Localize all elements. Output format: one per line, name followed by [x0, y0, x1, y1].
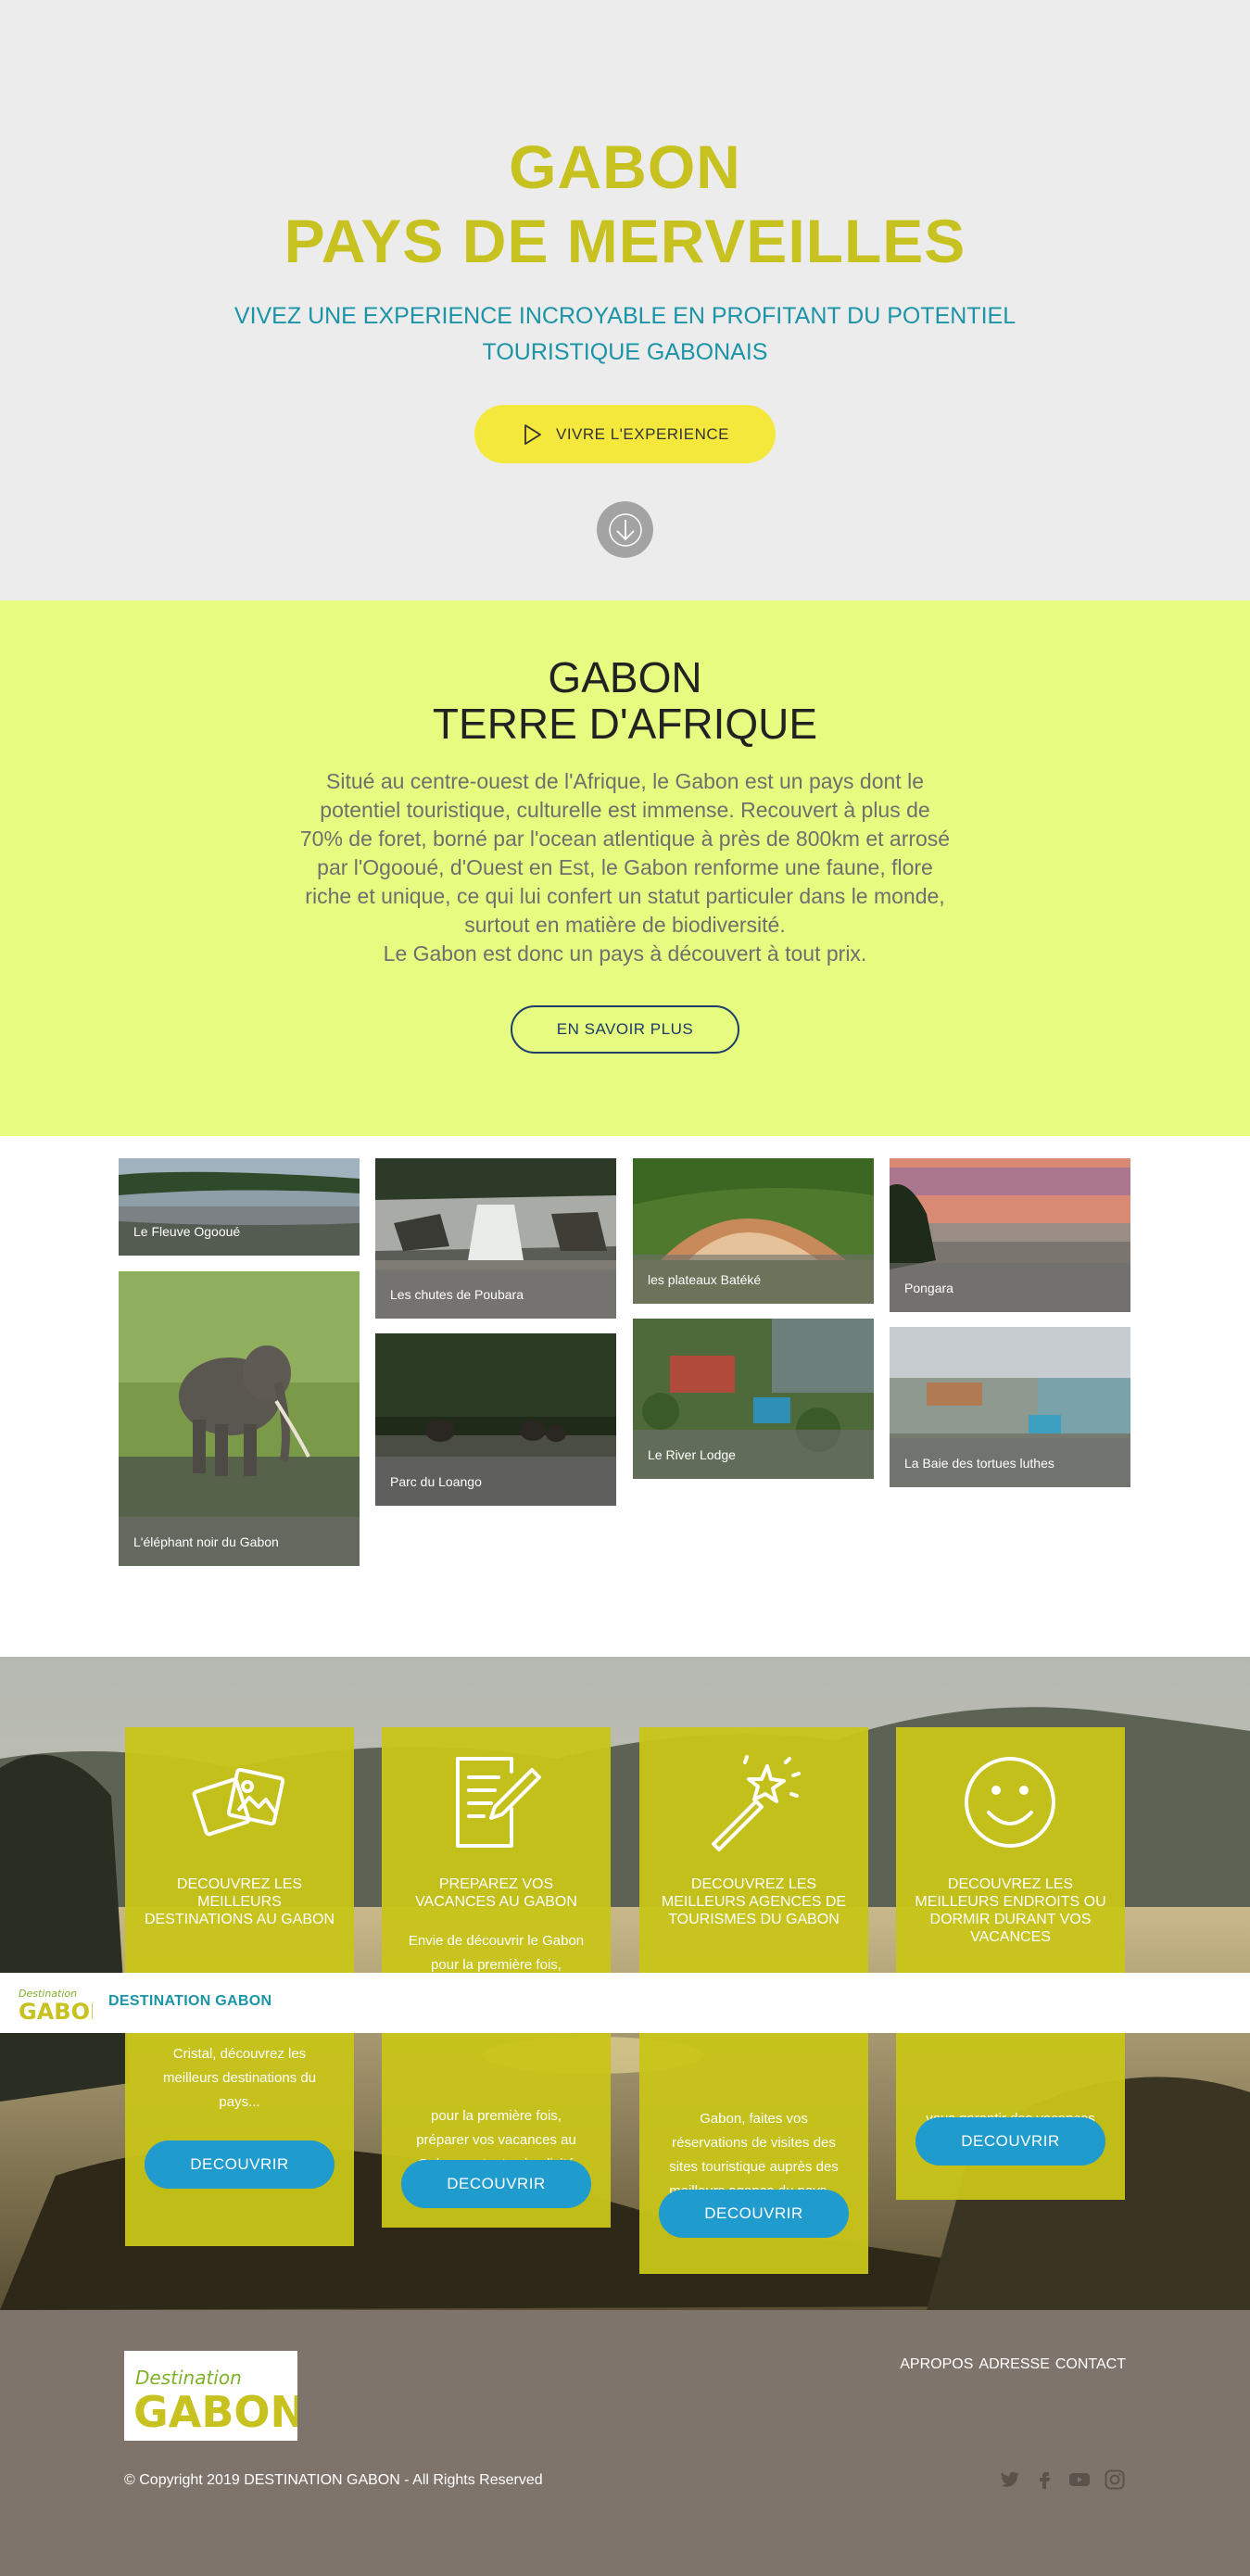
footer-link-adresse[interactable]: ADRESSE [979, 2356, 1049, 2373]
logo-big-word: GABON [133, 2387, 297, 2437]
destination-gabon-logo: Destination GABON [133, 2367, 306, 2437]
hero-subtitle-line1: VIVEZ UNE EXPERIENCE INCROYABLE EN PROFI… [234, 303, 1016, 329]
gallery-tile-elephant[interactable]: L'éléphant noir du Gabon [119, 1271, 360, 1566]
play-icon [524, 423, 541, 445]
gallery-caption: les plateaux Batéké [633, 1255, 874, 1304]
smiley-icon [965, 1757, 1055, 1848]
footer-link-apropos[interactable]: APROPOS [900, 2356, 973, 2373]
social-links [998, 2469, 1126, 2491]
logo-small-word: Destination [135, 2367, 242, 2389]
about-section: GABON TERRE D'AFRIQUE Situé au centre-ou… [0, 600, 1250, 1136]
sticky-header-bar: Destination GABON DESTINATION GABON [0, 1973, 1250, 2033]
hero-title-line2: PAYS DE MERVEILLES [284, 207, 966, 275]
service-card-text: Cristal, découvrez les meilleurs destina… [162, 2046, 317, 2110]
gallery-caption: Pongara [890, 1263, 1130, 1312]
twitter-icon[interactable] [998, 2469, 1020, 2491]
logo-big-word: GABON [19, 1999, 93, 2023]
service-card-title: DECOUVREZ LES MEILLEURS AGENCES DE TOURI… [661, 1876, 847, 1927]
vivre-experience-button[interactable]: VIVRE L'EXPERIENCE [474, 405, 776, 463]
service-card-title: DECOUVREZ LES MEILLEURS DESTINATIONS AU … [144, 1876, 335, 1927]
gallery-caption: Le Fleuve Ogooué [119, 1206, 360, 1256]
decouvrir-agences-button[interactable]: DECOUVRIR [659, 2190, 849, 2238]
about-title-line2: TERRE D'AFRIQUE [432, 700, 818, 748]
gallery-tile-fleuve-ogooue[interactable]: Le Fleuve Ogooué [119, 1158, 360, 1256]
gallery-tile-parc-loango[interactable]: Parc du Loango [375, 1333, 616, 1506]
gallery-tile-river-lodge[interactable]: Le River Lodge [633, 1319, 874, 1479]
service-card-text-top: Envie de découvrir le Gabon pour la prem… [408, 1933, 585, 1973]
gallery-caption: L'éléphant noir du Gabon [119, 1517, 360, 1566]
service-card-title: DECOUVREZ LES MEILLEURS ENDROITS OU DORM… [915, 1876, 1106, 1945]
arrow-down-icon [608, 512, 642, 547]
service-card-hebergement: DECOUVREZ LES MEILLEURS ENDROITS OU DORM… [896, 1727, 1125, 2200]
brand-name[interactable]: DESTINATION GABON [108, 1993, 271, 2010]
about-paragraph-main: Situé au centre-ouest de l'Afrique, le G… [299, 769, 951, 937]
footer-nav: APROPOS ADRESSE CONTACT [900, 2356, 1126, 2373]
en-savoir-plus-button[interactable]: EN SAVOIR PLUS [511, 1005, 739, 1054]
copyright-text: © Copyright 2019 DESTINATION GABON - All… [124, 2472, 543, 2488]
about-title-line1: GABON [548, 653, 702, 701]
facebook-icon[interactable] [1033, 2469, 1055, 2491]
footer: Destination GABON APROPOS ADRESSE CONTAC… [0, 2310, 1250, 2576]
decouvrir-destinations-button[interactable]: DECOUVRIR [145, 2140, 335, 2189]
photos-icon [192, 1767, 285, 1837]
service-card-title: PREPAREZ VOS VACANCES AU GABON [415, 1876, 577, 1910]
gallery-tile-plateaux-bateke[interactable]: les plateaux Batéké [633, 1158, 874, 1304]
hero-title-line1: GABON [509, 133, 741, 201]
hero-section: GABON PAYS DE MERVEILLES VIVEZ UNE EXPER… [0, 0, 1250, 600]
hero-title: GABON PAYS DE MERVEILLES [0, 130, 1250, 278]
gallery-caption: Les chutes de Poubara [375, 1269, 616, 1319]
youtube-icon[interactable] [1068, 2469, 1091, 2491]
gallery-tile-pongara[interactable]: Pongara [890, 1158, 1130, 1312]
instagram-icon[interactable] [1104, 2469, 1126, 2491]
gallery-caption: Parc du Loango [375, 1457, 616, 1506]
about-paragraph-end: Le Gabon est donc un pays à découvert à … [383, 941, 867, 966]
scroll-down-button[interactable] [597, 501, 653, 558]
magic-wand-icon [712, 1755, 801, 1851]
gallery-caption: Le River Lodge [633, 1430, 874, 1479]
hero-subtitle: VIVEZ UNE EXPERIENCE INCROYABLE EN PROFI… [232, 298, 1018, 371]
footer-link-contact[interactable]: CONTACT [1055, 2356, 1126, 2373]
footer-logo[interactable]: Destination GABON [124, 2351, 306, 2441]
edit-document-icon [456, 1757, 541, 1848]
gallery-caption: La Baie des tortues luthes [890, 1438, 1130, 1487]
destination-gabon-logo-small[interactable]: Destination GABON [17, 1984, 93, 2023]
decouvrir-hebergement-button[interactable]: DECOUVRIR [915, 2117, 1105, 2166]
about-paragraph: Situé au centre-ouest de l'Afrique, le G… [297, 767, 953, 968]
gallery-tile-chutes-poubara[interactable]: Les chutes de Poubara [375, 1158, 616, 1319]
vivre-experience-label: VIVRE L'EXPERIENCE [555, 424, 730, 443]
decouvrir-vacances-button[interactable]: DECOUVRIR [401, 2160, 591, 2208]
about-title: GABON TERRE D'AFRIQUE [0, 654, 1250, 747]
hero-subtitle-line2: TOURISTIQUE GABONAIS [482, 339, 768, 365]
gallery-tile-baie-tortues[interactable]: La Baie des tortues luthes [890, 1327, 1130, 1487]
